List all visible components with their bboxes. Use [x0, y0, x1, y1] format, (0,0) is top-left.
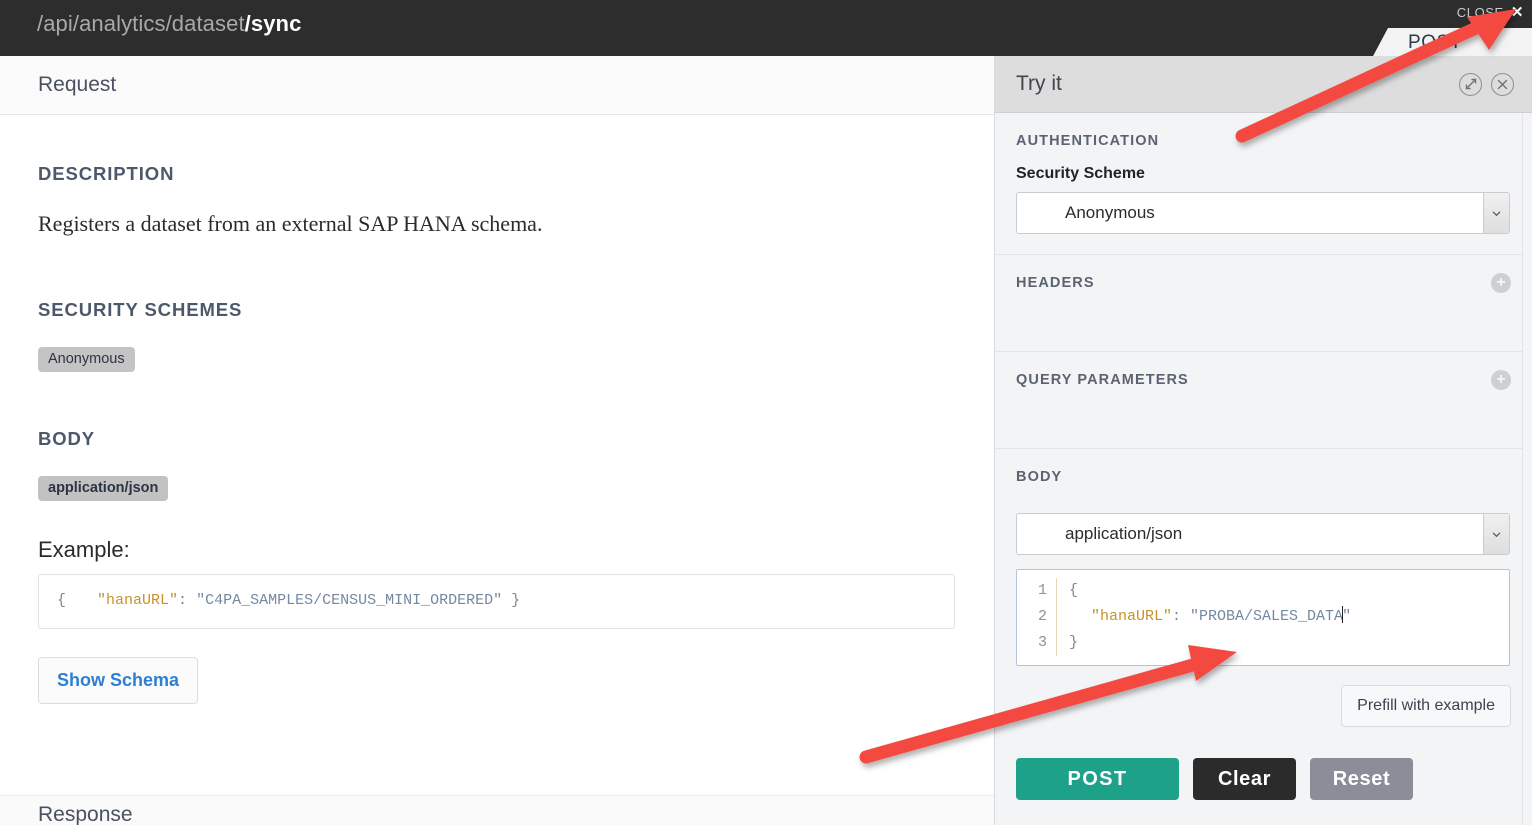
- close-circle-icon[interactable]: [1491, 72, 1514, 96]
- reset-button[interactable]: Reset: [1310, 758, 1413, 800]
- example-key: "hanaURL": [97, 592, 179, 609]
- response-heading: Response: [38, 803, 133, 825]
- line-number: 1: [1037, 582, 1047, 599]
- action-buttons: POST Clear Reset: [995, 727, 1532, 800]
- close-label: CLOSE: [1456, 4, 1504, 20]
- body-section: BODY application/json 123 {"hanaURL": "P…: [995, 449, 1532, 800]
- documentation-body: DESCRIPTION Registers a dataset from an …: [0, 115, 994, 705]
- body-label: BODY: [1016, 469, 1063, 485]
- headers-section: HEADERS +: [995, 255, 1532, 351]
- security-scheme-chip: Anonymous: [38, 347, 135, 372]
- request-title: Request: [38, 73, 117, 96]
- editor-key: "hanaURL": [1091, 608, 1173, 625]
- headers-label: HEADERS: [1016, 275, 1095, 291]
- method-tab-label: POST: [1408, 32, 1463, 53]
- try-it-header: Try it: [995, 56, 1532, 113]
- endpoint-path-prefix: /api/analytics/dataset: [37, 11, 245, 36]
- screenshot-root: /api/analytics/dataset/sync CLOSE ✕ POST…: [0, 0, 1532, 825]
- response-section-partial: Response: [0, 796, 994, 825]
- editor-content: { "hanaURL": "PROBA/SALES_DATA"}: [1057, 578, 1351, 656]
- try-it-title: Try it: [1016, 72, 1062, 95]
- editor-colon: :: [1172, 608, 1191, 625]
- editor-line-3: }: [1069, 630, 1351, 656]
- endpoint-path-current: /sync: [244, 11, 302, 36]
- editor-value-close-quote: ": [1342, 608, 1352, 625]
- example-code-block: { "hanaURL": "C4PA_SAMPLES/CENSUS_MINI_O…: [38, 574, 955, 630]
- security-scheme-label: Security Scheme: [1016, 165, 1145, 182]
- editor-line-1: {: [1069, 578, 1351, 604]
- body-content-type-chip: application/json: [38, 476, 169, 501]
- expand-diagonal-icon[interactable]: [1459, 72, 1482, 96]
- body-code-editor[interactable]: 1 2 3 { "hanaURL": "PROBA/SALES_DATA"}: [1016, 569, 1510, 666]
- chevron-down-icon: [1483, 514, 1509, 554]
- description-text: Registers a dataset from an external SAP…: [38, 211, 543, 236]
- body-content-type-value: application/json: [1065, 524, 1183, 543]
- clear-button[interactable]: Clear: [1193, 758, 1296, 800]
- example-close-brace: }: [511, 592, 521, 609]
- security-scheme-select[interactable]: Anonymous: [1016, 192, 1510, 234]
- editor-open-brace: {: [1069, 582, 1079, 599]
- try-it-panel: Try it AUTHENTICATION Security Scheme An…: [994, 56, 1532, 825]
- top-bar: /api/analytics/dataset/sync CLOSE ✕ POST: [0, 0, 1532, 58]
- line-number: 2: [1037, 608, 1047, 625]
- body-heading: BODY: [38, 428, 96, 449]
- example-label: Example:: [38, 537, 130, 562]
- prefill-with-example-button[interactable]: Prefill with example: [1341, 685, 1511, 727]
- add-header-button[interactable]: +: [1491, 273, 1511, 293]
- query-parameters-section: QUERY PARAMETERS +: [995, 352, 1532, 448]
- example-colon: :: [178, 592, 197, 609]
- show-schema-button[interactable]: Show Schema: [38, 657, 199, 705]
- endpoint-path: /api/analytics/dataset/sync: [37, 11, 301, 37]
- body-content-type-select[interactable]: application/json: [1016, 513, 1510, 555]
- request-header: Request: [0, 56, 994, 115]
- editor-close-brace: }: [1069, 634, 1079, 651]
- close-x-icon: ✕: [1510, 3, 1524, 21]
- security-scheme-selected-value: Anonymous: [1065, 203, 1155, 222]
- security-schemes-heading: SECURITY SCHEMES: [38, 299, 243, 320]
- description-heading: DESCRIPTION: [38, 163, 175, 184]
- post-submit-button[interactable]: POST: [1016, 758, 1179, 800]
- request-documentation-pane: Request DESCRIPTION Registers a dataset …: [0, 56, 994, 825]
- example-value: "C4PA_SAMPLES/CENSUS_MINI_ORDERED": [196, 592, 503, 609]
- chevron-down-icon: [1483, 193, 1509, 233]
- panel-scrollbar[interactable]: [1522, 113, 1532, 825]
- line-number: 3: [1037, 634, 1047, 651]
- editor-value: "PROBA/SALES_DATA: [1190, 608, 1344, 625]
- authentication-section: AUTHENTICATION Security Scheme Anonymous: [995, 113, 1532, 234]
- editor-line-2: "hanaURL": "PROBA/SALES_DATA": [1069, 604, 1351, 630]
- add-query-parameter-button[interactable]: +: [1491, 370, 1511, 390]
- query-parameters-label: QUERY PARAMETERS: [1016, 372, 1189, 388]
- editor-gutter: 1 2 3: [1017, 578, 1057, 656]
- authentication-label: AUTHENTICATION: [1016, 133, 1160, 149]
- try-it-body: AUTHENTICATION Security Scheme Anonymous…: [995, 113, 1532, 800]
- example-open-brace: {: [57, 592, 67, 609]
- tab-post-method[interactable]: POST: [1372, 28, 1532, 58]
- close-button[interactable]: CLOSE ✕: [1457, 0, 1524, 24]
